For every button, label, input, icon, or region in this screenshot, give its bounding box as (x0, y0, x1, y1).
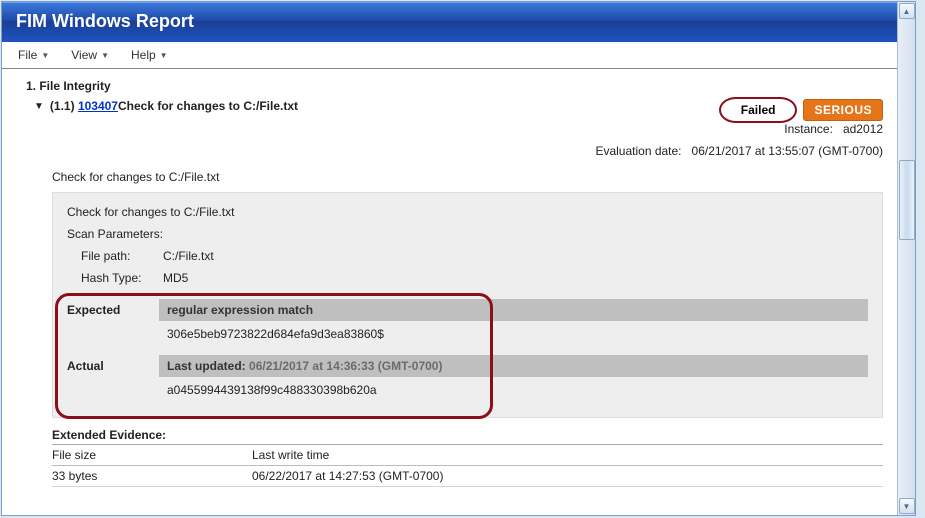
menu-view[interactable]: View ▼ (61, 45, 119, 65)
menu-help[interactable]: Help ▼ (121, 45, 178, 65)
evidence-filesize-val: 33 bytes (52, 466, 252, 487)
status-failed: Failed (733, 101, 784, 119)
menu-file[interactable]: File ▼ (8, 45, 59, 65)
content-area: 1. File Integrity ▼ (1.1) 103407 Check f… (2, 69, 897, 501)
caret-down-icon: ▼ (160, 51, 168, 60)
actual-bar: Last updated: 06/21/2017 at 14:36:33 (GM… (159, 355, 868, 377)
hash-type-label: Hash Type: (81, 271, 151, 285)
evidence-filesize-head: File size (52, 445, 252, 466)
expected-value: 306e5beb9723822d684efa9d3ea83860$ (159, 325, 392, 345)
title-bar: FIM Windows Report (2, 2, 897, 42)
actual-value-row: a0455994439138f99c488330398b620a (67, 381, 868, 401)
compare-block: Expected regular expression match 306e5b… (67, 299, 868, 401)
expected-value-row: 306e5beb9723822d684efa9d3ea83860$ (67, 325, 868, 345)
check-row: ▼ (1.1) 103407 Check for changes to C:/F… (16, 99, 883, 113)
evidence-col-filesize: File size 33 bytes (52, 445, 252, 487)
panel-title: Check for changes to C:/File.txt (67, 203, 868, 227)
actual-bar-prefix: Last updated: (167, 359, 249, 373)
menu-file-label: File (18, 48, 37, 62)
collapse-toggle-icon[interactable]: ▼ (34, 101, 44, 112)
scroll-thumb[interactable] (899, 160, 915, 240)
file-path-value: C:/File.txt (163, 249, 214, 263)
check-id-link[interactable]: 103407 (78, 99, 118, 113)
title-text: FIM Windows Report (16, 11, 194, 31)
caret-down-icon: ▼ (41, 51, 49, 60)
expected-label: Expected (67, 303, 145, 317)
check-prefix: (1.1) (50, 99, 75, 113)
eval-date-label: Evaluation date: (595, 141, 681, 163)
params-heading: Scan Parameters: (67, 227, 868, 247)
evidence-heading: Extended Evidence: (52, 428, 883, 445)
actual-value: a0455994439138f99c488330398b620a (159, 381, 385, 401)
status-wrap: Failed SERIOUS (719, 97, 883, 123)
expected-row: Expected regular expression match (67, 299, 868, 321)
actual-bar-timestamp: 06/21/2017 at 14:36:33 (GMT-0700) (249, 359, 442, 373)
vertical-scrollbar[interactable]: ▲ ▼ (897, 2, 915, 515)
status-highlight: Failed (719, 97, 798, 123)
param-file-path: File path: C:/File.txt (67, 247, 868, 269)
menu-bar: File ▼ View ▼ Help ▼ (2, 42, 897, 69)
instance-value: ad2012 (843, 122, 883, 136)
actual-label: Actual (67, 359, 145, 373)
section-heading: 1. File Integrity (16, 75, 883, 99)
expected-bar: regular expression match (159, 299, 868, 321)
evidence-writetime-head: Last write time (252, 445, 883, 466)
scroll-up-button[interactable]: ▲ (899, 3, 915, 19)
scroll-area: FIM Windows Report File ▼ View ▼ Help ▼ … (2, 2, 897, 515)
evidence-table: File size 33 bytes Last write time 06/22… (52, 445, 883, 487)
check-title: Check for changes to C:/File.txt (118, 99, 298, 113)
file-path-label: File path: (81, 249, 151, 263)
check-subtitle: Check for changes to C:/File.txt (16, 162, 883, 192)
evidence-writetime-val: 06/22/2017 at 14:27:53 (GMT-0700) (252, 466, 883, 487)
scroll-down-button[interactable]: ▼ (899, 498, 915, 514)
scan-panel: Check for changes to C:/File.txt Scan Pa… (52, 192, 883, 418)
window-frame: FIM Windows Report File ▼ View ▼ Help ▼ … (1, 1, 916, 516)
extended-evidence: Extended Evidence: File size 33 bytes La… (52, 428, 883, 487)
menu-view-label: View (71, 48, 97, 62)
evidence-col-writetime: Last write time 06/22/2017 at 14:27:53 (… (252, 445, 883, 487)
severity-badge: SERIOUS (803, 99, 883, 121)
eval-date-value: 06/21/2017 at 13:55:07 (GMT-0700) (692, 144, 883, 158)
meta-block: Instance: ad2012 Evaluation date: 06/21/… (16, 119, 883, 162)
actual-row: Actual Last updated: 06/21/2017 at 14:36… (67, 355, 868, 377)
param-hash-type: Hash Type: MD5 (67, 269, 868, 291)
caret-down-icon: ▼ (101, 51, 109, 60)
hash-type-value: MD5 (163, 271, 188, 285)
scroll-track[interactable] (899, 20, 915, 497)
menu-help-label: Help (131, 48, 156, 62)
